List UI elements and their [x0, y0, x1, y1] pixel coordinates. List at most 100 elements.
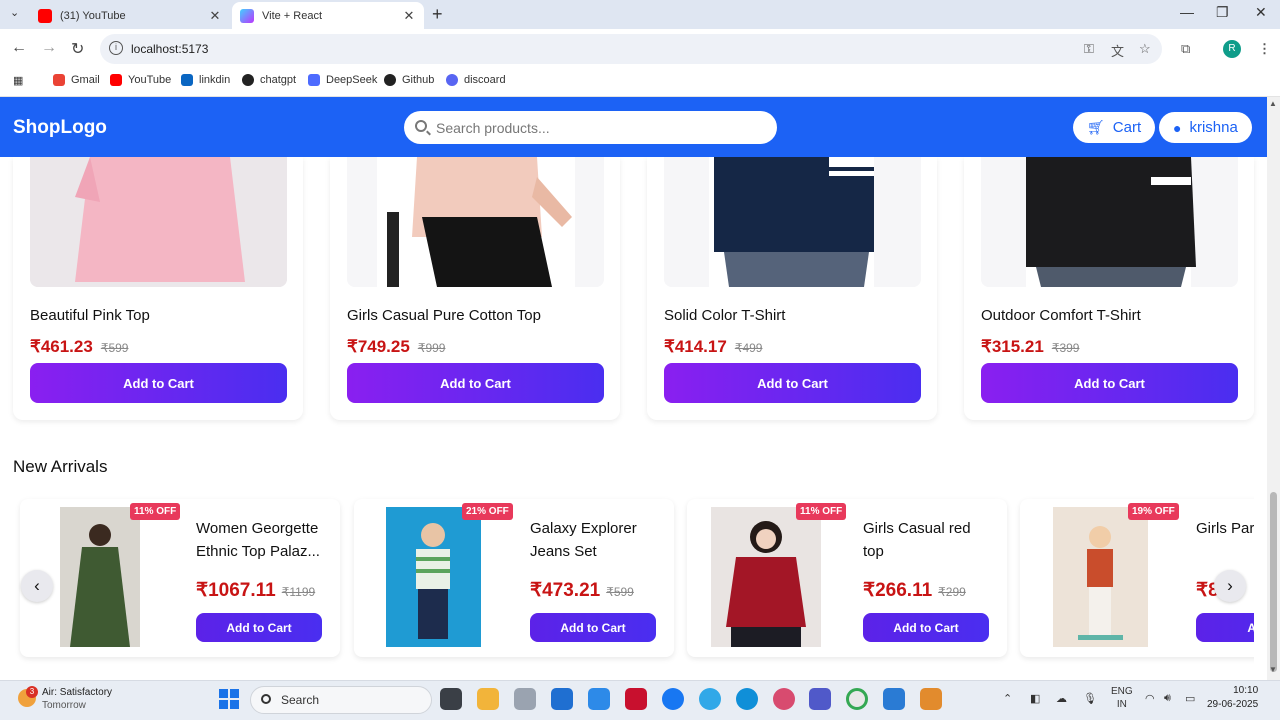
- product-card: Outdoor Comfort T-Shirt ₹315.21 ₹399 Add …: [964, 157, 1254, 420]
- arrival-card: 11% OFF Girls Casual red top ₹266.11 ₹299…: [687, 499, 1007, 657]
- product-price: ₹461.23 ₹599: [30, 337, 128, 357]
- tab-search-dropdown-icon[interactable]: ⌄: [10, 6, 19, 19]
- product-card: Beautiful Pink Top ₹461.23 ₹599 Add to Ca…: [13, 157, 303, 420]
- bookmark-discord[interactable]: discoard: [446, 74, 506, 86]
- drive-icon[interactable]: [514, 688, 536, 710]
- add-to-cart-button[interactable]: Add to Cart: [347, 363, 604, 403]
- product-image[interactable]: [30, 157, 287, 287]
- tab-vite-react[interactable]: Vite + React ✕: [232, 2, 424, 29]
- user-button[interactable]: ● krishna: [1159, 112, 1252, 143]
- add-to-cart-button[interactable]: Add to Cart: [863, 613, 989, 642]
- product-name[interactable]: Solid Color T-Shirt: [664, 307, 785, 324]
- edge-icon[interactable]: [736, 688, 758, 710]
- cart-button[interactable]: 🛒︎ Cart: [1073, 112, 1156, 143]
- bookmark-gmail[interactable]: Gmail: [53, 74, 100, 86]
- weather-app-icon[interactable]: [699, 688, 721, 710]
- reload-icon[interactable]: ↻: [71, 39, 84, 59]
- arrival-image[interactable]: [711, 507, 821, 647]
- add-to-cart-button[interactable]: Add to Cart: [196, 613, 322, 642]
- browser-tab-bar: ⌄ (31) YouTube ✕ Vite + React ✕ + — ❐ ✕: [0, 0, 1280, 29]
- language-indicator[interactable]: ENG IN: [1111, 685, 1133, 711]
- profile-avatar[interactable]: R: [1223, 40, 1241, 58]
- snipping-tool-icon[interactable]: [920, 688, 942, 710]
- add-to-cart-button[interactable]: Add: [1196, 613, 1254, 642]
- tray-app-icon[interactable]: ◧: [1030, 692, 1040, 705]
- arrival-name[interactable]: Girls Casual red top: [863, 517, 995, 563]
- mylp-icon[interactable]: [588, 688, 610, 710]
- current-price: ₹1067.11: [196, 580, 276, 601]
- translate-icon[interactable]: 文: [1111, 41, 1124, 60]
- site-info-icon[interactable]: i: [109, 41, 123, 55]
- add-to-cart-button[interactable]: Add to Cart: [981, 363, 1238, 403]
- chatgpt-icon: [242, 74, 254, 86]
- carousel-prev-button[interactable]: ‹: [21, 570, 53, 602]
- bookmark-linkedin[interactable]: linkdin: [181, 74, 230, 86]
- battery-icon[interactable]: ▭: [1185, 692, 1195, 705]
- volume-icon[interactable]: 🔊︎: [1164, 692, 1171, 705]
- vscode-icon[interactable]: [883, 688, 905, 710]
- copilot-icon[interactable]: [773, 688, 795, 710]
- add-to-cart-button[interactable]: Add to Cart: [664, 363, 921, 403]
- product-image[interactable]: [981, 157, 1238, 287]
- tab-close-icon[interactable]: ✕: [208, 8, 222, 24]
- add-to-cart-button[interactable]: Add to Cart: [30, 363, 287, 403]
- arrival-price: ₹473.21 ₹599: [530, 579, 634, 602]
- back-icon[interactable]: ←: [11, 39, 27, 57]
- extensions-icon[interactable]: ⧉: [1181, 41, 1190, 57]
- bookmark-github[interactable]: Github: [384, 74, 434, 86]
- forward-icon[interactable]: →: [41, 39, 57, 57]
- add-to-cart-button[interactable]: Add to Cart: [530, 613, 656, 642]
- carousel-next-button[interactable]: ›: [1214, 570, 1246, 602]
- tray-overflow-icon[interactable]: ⌃: [1003, 692, 1012, 705]
- product-name[interactable]: Girls Casual Pure Cotton Top: [347, 307, 541, 324]
- arrival-name[interactable]: Women Georgette Ethnic Top Palaz...: [196, 517, 328, 563]
- language-bottom: IN: [1116, 699, 1127, 710]
- maximize-icon[interactable]: ❐: [1216, 4, 1229, 21]
- tray-cloud-icon[interactable]: ☁: [1056, 692, 1067, 705]
- search-input[interactable]: [436, 111, 766, 144]
- address-bar[interactable]: i localhost:5173: [100, 34, 1162, 64]
- microphone-icon[interactable]: 🎙︎: [1083, 692, 1097, 705]
- bookmark-star-icon[interactable]: ☆: [1139, 41, 1151, 57]
- store-icon[interactable]: [551, 688, 573, 710]
- product-image[interactable]: [664, 157, 921, 287]
- window-close-icon[interactable]: ✕: [1255, 4, 1267, 21]
- vite-icon: [240, 8, 254, 23]
- task-view-icon[interactable]: [440, 688, 462, 710]
- page-scrollbar[interactable]: ▲ ▼: [1267, 97, 1280, 680]
- arrival-image[interactable]: [386, 507, 481, 647]
- shop-logo[interactable]: ShopLogo: [13, 117, 107, 139]
- bookmark-deepseek[interactable]: DeepSeek: [308, 74, 377, 86]
- file-explorer-icon[interactable]: [477, 688, 499, 710]
- weather-widget[interactable]: 3 Air: Satisfactory Tomorrow: [18, 686, 112, 712]
- product-image[interactable]: [347, 157, 604, 287]
- system-clock[interactable]: 10:10 29-06-2025: [1207, 684, 1258, 712]
- scroll-down-icon[interactable]: ▼: [1269, 665, 1277, 674]
- bookmark-youtube[interactable]: YouTube: [110, 74, 171, 86]
- wifi-icon[interactable]: ◠: [1145, 692, 1155, 705]
- new-tab-button[interactable]: +: [432, 4, 443, 25]
- minimize-icon[interactable]: —: [1180, 4, 1194, 20]
- browser-menu-icon[interactable]: ⋮: [1258, 41, 1271, 57]
- bookmark-chatgpt[interactable]: chatgpt: [242, 74, 296, 86]
- current-price: ₹315.21: [981, 337, 1044, 356]
- product-price: ₹749.25 ₹999: [347, 337, 445, 357]
- scroll-up-icon[interactable]: ▲: [1269, 99, 1277, 108]
- tab-close-icon[interactable]: ✕: [402, 8, 416, 24]
- teams-icon[interactable]: [809, 688, 831, 710]
- mcafee-icon[interactable]: [625, 688, 647, 710]
- windows-start-icon[interactable]: [219, 689, 239, 709]
- facebook-icon[interactable]: [662, 688, 684, 710]
- apps-grid-icon[interactable]: ▦: [13, 74, 23, 87]
- tab-youtube[interactable]: (31) YouTube ✕: [30, 2, 230, 29]
- product-name[interactable]: Outdoor Comfort T-Shirt: [981, 307, 1141, 324]
- taskbar-search[interactable]: Search: [250, 686, 432, 714]
- arrival-image[interactable]: [60, 507, 140, 647]
- password-key-icon[interactable]: ⚿: [1084, 41, 1094, 57]
- chrome-icon[interactable]: [846, 688, 868, 710]
- arrival-name[interactable]: Girls Party Shorts: [1196, 517, 1254, 540]
- scrollbar-thumb[interactable]: [1270, 492, 1277, 672]
- arrival-name[interactable]: Galaxy Explorer Jeans Set: [530, 517, 662, 563]
- product-name[interactable]: Beautiful Pink Top: [30, 307, 150, 324]
- arrival-image[interactable]: [1053, 507, 1148, 647]
